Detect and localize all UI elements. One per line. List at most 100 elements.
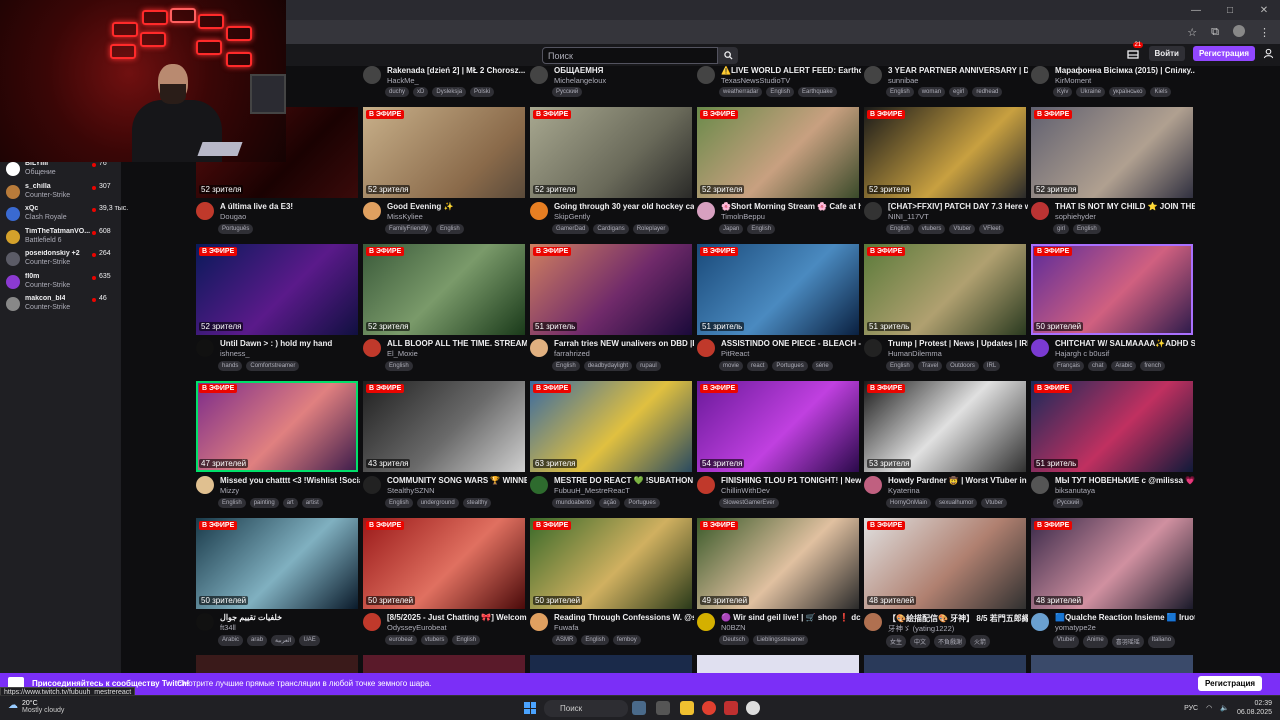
stream-thumbnail[interactable]: В ЭФИРЕ 52 зрителя [864, 107, 1026, 198]
tag[interactable]: Lieblingsstreamer [753, 635, 809, 645]
tag[interactable]: English [436, 224, 464, 234]
stream-thumbnail[interactable]: В ЭФИРЕ 49 зрителей [697, 518, 859, 609]
login-button[interactable]: Войти [1148, 46, 1185, 61]
tag[interactable]: English [886, 224, 914, 234]
tag[interactable]: Vtuber [981, 498, 1008, 508]
wifi-icon[interactable]: ◠ [1206, 704, 1212, 712]
tag[interactable]: HornyOnMain [886, 498, 932, 508]
stream-user[interactable]: HumanDilemma [888, 349, 942, 358]
sidebar-channel[interactable]: xQc Clash Royale 39,3 тыс. [0, 205, 128, 227]
stream-user[interactable]: 牙神ゞ (yating1222) [888, 623, 954, 634]
stream-title[interactable]: ASSISTINDO ONE PIECE - BLEACH - DI... [721, 339, 861, 348]
stream-user[interactable]: Fuwafa [554, 623, 579, 632]
tag[interactable]: FamilyFriendly [385, 224, 433, 234]
stream-thumbnail[interactable]: В ЭФИРЕ 52 зрителя [363, 244, 525, 335]
tag[interactable]: rupaul [636, 361, 661, 371]
channel-avatar[interactable] [1031, 476, 1049, 494]
tag[interactable]: English [452, 635, 481, 645]
stream-thumbnail[interactable]: В ЭФИРЕ 48 зрителей [864, 518, 1026, 609]
stream-card[interactable]: В ЭФИРЕ 51 зритель Trump | Protest | News … [864, 244, 1028, 378]
tag[interactable]: Русский [1053, 498, 1084, 508]
bookmark-star-icon[interactable]: ☆ [1187, 26, 1197, 39]
stream-thumbnail[interactable]: В ЭФИРЕ 52 зрителя [196, 244, 358, 335]
tag[interactable]: duchy [385, 87, 410, 97]
stream-card[interactable]: В ЭФИРЕ48 зрителей【🎨絵描配信🎨 牙神】 8/5 若門五郎縁義… [864, 518, 1028, 652]
tag[interactable]: English [886, 361, 914, 371]
tag[interactable]: English [886, 87, 914, 97]
stream-title[interactable]: Howdy Pardner 🤠 | Worst VTuber in al... [888, 476, 1028, 485]
taskbar-search[interactable]: Поиск [544, 700, 628, 717]
sidebar-channel[interactable]: s_chilla Counter-Strike 307 [0, 183, 121, 205]
stream-card[interactable]: В ЭФИРЕ 48 зрителей 🟦Qualche Reaction Insi… [1031, 518, 1195, 652]
stream-thumbnail-partial[interactable] [697, 655, 859, 673]
tag[interactable]: Polski [470, 87, 495, 97]
stream-card[interactable]: В ЭФИРЕ 51 зритель ASSISTINDO ONE PIECE - … [697, 244, 861, 378]
tag[interactable]: 中文 [910, 635, 931, 648]
close-button[interactable]: ✕ [1258, 5, 1270, 16]
stream-thumbnail[interactable]: В ЭФИРЕ 51 зритель [1031, 381, 1193, 472]
tag[interactable]: Kyiv [1053, 87, 1073, 97]
tag[interactable]: Portugues [772, 361, 808, 371]
channel-avatar[interactable] [363, 202, 381, 220]
tag[interactable]: Kiels [1150, 87, 1172, 97]
channel-avatar[interactable] [1031, 339, 1049, 357]
tag[interactable]: woman [917, 87, 946, 97]
stream-card[interactable]: В ЭФИРЕ 50 зрителей خلفيات تقييم جوال ft34l… [196, 518, 360, 652]
stream-user[interactable]: Kyaterina [888, 486, 920, 495]
app-icon-5[interactable] [724, 701, 738, 715]
stream-thumbnail[interactable]: В ЭФИРЕ 53 зрителя [864, 381, 1026, 472]
maximize-button[interactable]: □ [1224, 5, 1236, 16]
tag[interactable]: English [581, 635, 610, 645]
stream-thumbnail[interactable]: В ЭФИРЕ 51 зритель [530, 244, 692, 335]
tag[interactable]: Русский [552, 87, 583, 97]
stream-title[interactable]: МЫ ТУТ НОВЕНЬКИЕ с @milissa 💗 !т... [1055, 476, 1195, 485]
channel-avatar[interactable] [363, 476, 381, 494]
stream-thumbnail[interactable]: В ЭФИРЕ 52 зрителя [1031, 107, 1193, 198]
tag[interactable]: chat [1088, 361, 1108, 371]
stream-title[interactable]: Good Evening ✨ [387, 202, 527, 211]
channel-avatar[interactable] [1031, 202, 1049, 220]
tag[interactable]: arab [247, 635, 268, 646]
stream-user[interactable]: ft34ll [220, 623, 236, 632]
channel-avatar[interactable] [530, 613, 548, 631]
stream-card[interactable]: В ЭФИРЕ 50 зрителей CHITCHAT W/ SALMAAAA✨A… [1031, 244, 1195, 378]
tag[interactable]: Earthquake [798, 87, 837, 97]
tag[interactable]: mundoaberto [552, 498, 596, 508]
channel-avatar[interactable] [1031, 613, 1049, 631]
stream-thumbnail-partial[interactable] [1031, 655, 1193, 673]
stream-title[interactable]: FINISHING TLOU P1 TONIGHT! | New S... [721, 476, 861, 485]
tag[interactable]: série [811, 361, 833, 371]
channel-avatar[interactable] [196, 202, 214, 220]
stream-thumbnail[interactable]: В ЭФИРЕ 48 зрителей [1031, 518, 1193, 609]
stream-thumbnail[interactable]: В ЭФИРЕ 50 зрителей [530, 518, 692, 609]
stream-title[interactable]: Going through 30 year old hockey cards [554, 202, 694, 211]
tag[interactable]: Comfortstreamer [246, 361, 300, 371]
stream-card-partial[interactable]: 3 YEAR PARTNER ANNIVERSARY | Day 2...sun… [864, 66, 1028, 106]
tag[interactable]: femboy [613, 635, 641, 645]
stream-thumbnail-partial[interactable] [363, 655, 525, 673]
tag[interactable]: Japan [719, 224, 744, 234]
tag[interactable]: vtubers [420, 635, 449, 645]
channel-avatar[interactable] [530, 339, 548, 357]
weather-widget[interactable]: ☁ 20°C Mostly cloudy [8, 700, 64, 714]
tag[interactable]: English [552, 361, 580, 371]
tag[interactable]: painting [249, 498, 279, 508]
stream-card-partial[interactable]: Марафонна Вісімка (2015) | Спілку... KirM… [1031, 66, 1195, 106]
tag[interactable]: deadbydaylight [583, 361, 633, 371]
stream-title[interactable]: Missed you chatttt <3 !Wishlist !Social.… [220, 476, 360, 485]
stream-user[interactable]: sophiehyder [1055, 212, 1096, 221]
tag[interactable]: vtubers [917, 224, 946, 234]
app-icon-1[interactable] [632, 701, 646, 715]
stream-title[interactable]: A última live da E3! [220, 202, 360, 211]
tag[interactable]: українсько [1109, 87, 1147, 97]
stream-card[interactable]: В ЭФИРЕ 52 зрителя [CHAT>FFXIV] PATCH DAY … [864, 107, 1028, 241]
sidebar-channel[interactable]: makcon_bl4 Counter-Strike 46 [0, 295, 121, 317]
volume-icon[interactable]: 🔈 [1220, 704, 1229, 712]
tag[interactable]: ação [599, 498, 621, 508]
stream-card[interactable]: В ЭФИРЕ 51 зритель МЫ ТУТ НОВЕНЬКИЕ с @mil… [1031, 381, 1195, 515]
stream-title[interactable]: [8/5/2025 - Just Chatting 🎀] Welcom... [387, 613, 527, 622]
stream-card[interactable]: В ЭФИРЕ 50 зрителей [8/5/2025 - Just Chatt… [363, 518, 527, 652]
tag[interactable]: 喜羽瑶瑶 [1111, 635, 1144, 648]
channel-avatar[interactable] [196, 613, 214, 631]
stream-title[interactable]: COMMUNITY SONG WARS 🏆 WINNER... [387, 476, 527, 485]
